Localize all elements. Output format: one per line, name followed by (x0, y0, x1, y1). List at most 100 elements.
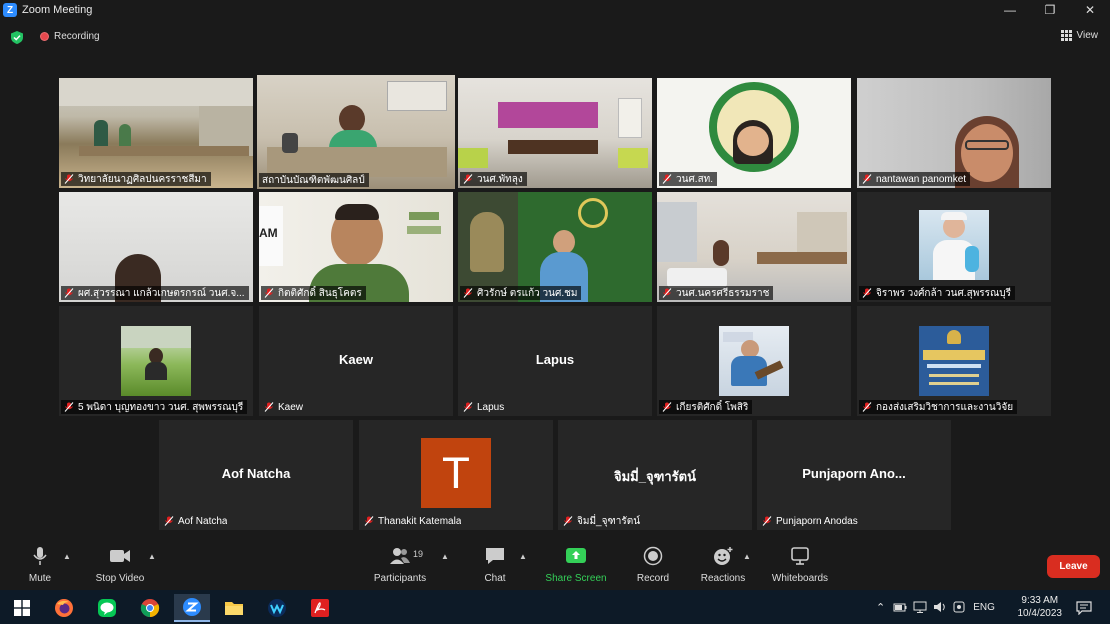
participant-tile[interactable]: วิทยาลัยนาฏศิลปนครราชสีมา (59, 78, 253, 188)
taskbar-zoom[interactable] (174, 594, 210, 622)
battery-icon[interactable] (893, 601, 907, 613)
mic-muted-icon (662, 288, 672, 298)
smiley-reactions-icon (714, 547, 733, 565)
mic-muted-icon (563, 516, 573, 526)
notification-center-button[interactable] (1066, 594, 1102, 622)
participant-tile[interactable]: Aof Natcha Aof Natcha (159, 420, 353, 530)
recording-label: Recording (54, 31, 100, 42)
participant-tile[interactable]: ผศ.สุวรรณา แกล้วเกษตรกรณ์ วนศ.จ... (59, 192, 253, 302)
participant-tile[interactable]: Lapus Lapus (458, 306, 652, 416)
participant-tile[interactable]: Punjaporn Ano... Punjaporn Anodas (757, 420, 951, 530)
initial-avatar: T (421, 438, 491, 508)
video-options-caret-icon[interactable]: ▲ (148, 552, 156, 561)
participant-name: 5 พนิดา บุญทองขาว วนศ. สุพพรรณบุรี (78, 401, 244, 413)
taskbar-firefox[interactable] (46, 594, 82, 622)
view-label: View (1076, 30, 1099, 41)
zoom-app-icon (183, 598, 201, 616)
participant-tile[interactable]: nantawan panomket (857, 78, 1051, 188)
network-icon[interactable] (913, 601, 927, 613)
whiteboards-button[interactable]: Whiteboards (760, 546, 840, 584)
leave-button[interactable]: Leave (1047, 555, 1100, 578)
taskbar-chrome[interactable] (132, 594, 168, 622)
share-screen-button[interactable]: Share Screen (536, 546, 616, 584)
close-button[interactable]: ✕ (1070, 0, 1110, 20)
participant-tile[interactable]: จิมมี่_จุฑารัตน์ จิมมี่_จุฑารัตน์ (558, 420, 752, 530)
minimize-button[interactable]: — (990, 0, 1030, 20)
taskbar-webex[interactable] (259, 594, 295, 622)
grid-view-icon (1060, 30, 1072, 41)
taskbar-clock[interactable]: 9:33 AM 10/4/2023 (1018, 594, 1063, 620)
participant-name: วนศ.นครศรีธรรมราช (676, 287, 770, 299)
participant-display-name: Kaew (339, 352, 373, 367)
camera-privacy-icon[interactable] (953, 601, 965, 613)
restore-button[interactable]: ❐ (1030, 0, 1070, 20)
participant-tile-active-speaker[interactable]: สถาบันบัณฑิตพัฒนศิลป์ (257, 75, 455, 189)
meeting-controls-toolbar: Mute ▲ Stop Video ▲ Participants 19 ▲ Ch… (0, 542, 1110, 590)
zoom-meeting-window: Z Zoom Meeting — ❐ ✕ Recording View วิทย… (0, 0, 1110, 624)
participant-tile[interactable]: จิราพร วงศ์กล้า วนศ.สุพรรณบุรี (857, 192, 1051, 302)
reactions-label: Reactions (700, 573, 746, 584)
participants-label: Participants (373, 573, 427, 584)
mic-muted-icon (862, 174, 872, 184)
participant-tile[interactable]: เกียรติศักดิ์ โพสิริ (657, 306, 851, 416)
participant-name: สถาบันบัณฑิตพัฒนศิลป์ (262, 174, 365, 186)
mic-muted-icon (264, 402, 274, 412)
participant-name: เกียรติศักดิ์ โพสิริ (676, 401, 749, 413)
participant-name: Thanakit Katemala (378, 515, 462, 527)
participant-tile[interactable]: AM กิตติศักดิ์ สินธุโคตร (259, 192, 453, 302)
participants-button[interactable]: Participants (360, 546, 440, 584)
participant-tile[interactable]: วนศ.พัทลุง (458, 78, 652, 188)
participant-tile[interactable]: Kaew Kaew (259, 306, 453, 416)
mute-label: Mute (28, 573, 52, 584)
participant-nameplate: วนศ.นครศรีธรรมราช (659, 286, 774, 300)
mic-muted-icon (64, 402, 74, 412)
taskbar-acrobat[interactable] (302, 594, 338, 622)
video-camera-icon (110, 550, 130, 562)
view-button[interactable]: View (1060, 30, 1099, 41)
firefox-icon (55, 599, 73, 617)
chat-bubble-icon (486, 548, 504, 564)
participant-display-name: Punjaporn Ano... (802, 466, 906, 481)
participant-name: วนศ.พัทลุง (477, 173, 523, 185)
reactions-options-caret-icon[interactable]: ▲ (743, 552, 751, 561)
meeting-app-icon (268, 599, 286, 617)
participant-tile[interactable]: วนศ.สท. (657, 78, 851, 188)
meeting-top-strip: Recording View (0, 24, 1110, 52)
participant-tile[interactable]: ศิวรักษ์ ตรแก้ว วนศ.ชม (458, 192, 652, 302)
security-shield-icon[interactable] (11, 31, 23, 44)
input-language-indicator[interactable]: ENG (973, 602, 995, 613)
participant-tile[interactable]: กองส่งเสริมวิชาการและงานวิจัย (857, 306, 1051, 416)
audio-options-caret-icon[interactable]: ▲ (63, 552, 71, 561)
share-screen-label: Share Screen (545, 573, 607, 584)
windows-taskbar: ⌃ ENG 9:33 AM 10/4/2023 (0, 590, 1110, 624)
record-button[interactable]: Record (613, 546, 693, 584)
participant-tile[interactable]: วนศ.นครศรีธรรมราช (657, 192, 851, 302)
taskbar-file-explorer[interactable] (216, 594, 252, 622)
clock-date: 10/4/2023 (1017, 608, 1063, 619)
profile-picture (919, 326, 989, 396)
participant-tile[interactable]: T Thanakit Katemala (359, 420, 553, 530)
mic-muted-icon (164, 516, 174, 526)
mic-muted-icon (64, 288, 74, 298)
recording-indicator[interactable]: Recording (40, 31, 100, 42)
participants-count: 19 (413, 549, 424, 559)
participant-tile[interactable]: 5 พนิดา บุญทองขาว วนศ. สุพพรรณบุรี (59, 306, 253, 416)
mic-muted-icon (463, 402, 473, 412)
chat-options-caret-icon[interactable]: ▲ (519, 552, 527, 561)
participant-name: จิมมี่_จุฑารัตน์ (577, 515, 641, 527)
windows-start-button[interactable] (4, 594, 40, 622)
show-hidden-icons-chevron-icon[interactable]: ⌃ (876, 601, 885, 614)
record-icon (643, 546, 663, 566)
mic-muted-icon (64, 174, 74, 184)
taskbar-line[interactable] (89, 594, 125, 622)
participant-name: วนศ.สท. (676, 173, 714, 185)
participant-nameplate: วิทยาลัยนาฏศิลปนครราชสีมา (61, 172, 211, 186)
speaker-volume-icon[interactable] (933, 601, 947, 613)
mic-muted-icon (463, 174, 473, 184)
participant-name: วิทยาลัยนาฏศิลปนครราชสีมา (78, 173, 207, 185)
zoom-logo-icon: Z (3, 3, 17, 17)
reactions-button[interactable]: Reactions (683, 546, 763, 584)
participants-options-caret-icon[interactable]: ▲ (441, 552, 449, 561)
participant-name: nantawan panomket (876, 173, 967, 185)
participant-display-name: Aof Natcha (221, 466, 291, 481)
